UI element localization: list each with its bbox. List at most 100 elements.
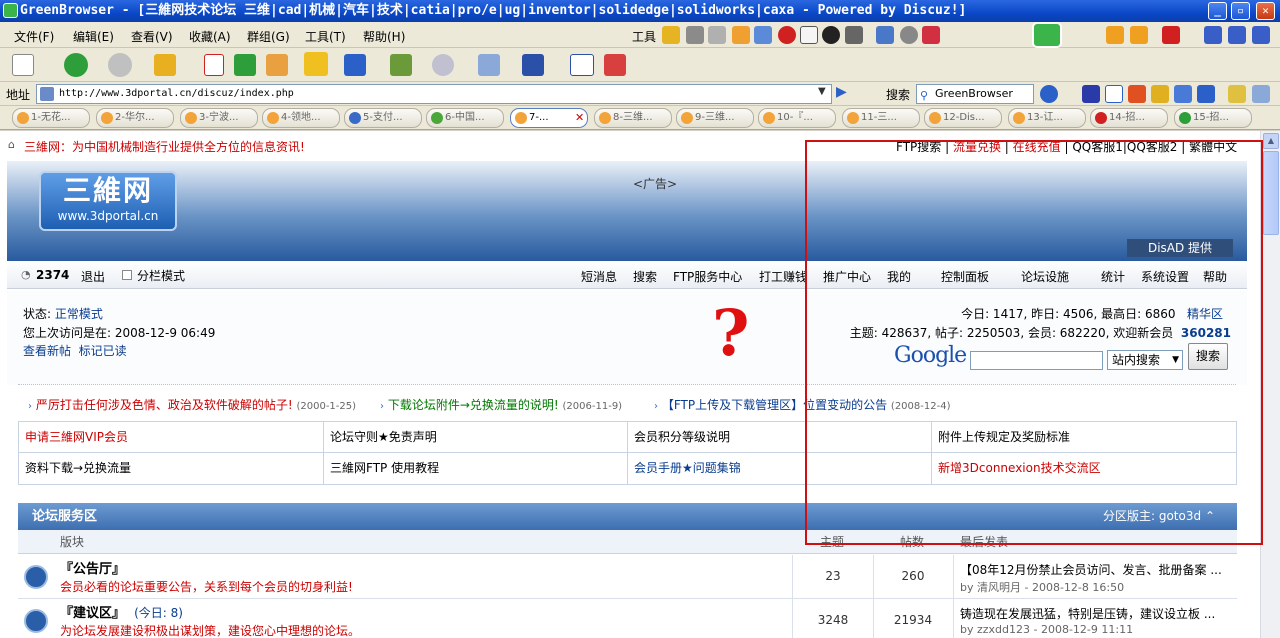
forum-title[interactable]: 『公告厅』 xyxy=(60,558,125,577)
new-page-icon[interactable] xyxy=(12,54,34,76)
logout-link[interactable]: 退出 xyxy=(81,268,105,285)
cursor-icon[interactable] xyxy=(686,26,704,44)
tab-4[interactable]: 4-领地... xyxy=(262,108,340,128)
shopping-icon[interactable] xyxy=(1197,85,1215,103)
child-minimize-icon[interactable] xyxy=(1204,26,1222,44)
nav-statistics[interactable]: 统计 xyxy=(1101,268,1125,285)
child-restore-icon[interactable] xyxy=(1228,26,1246,44)
pencil-icon[interactable] xyxy=(662,26,680,44)
new-member-link[interactable]: 360281 xyxy=(1181,326,1231,340)
skin-icon[interactable] xyxy=(432,54,454,76)
google-search-input[interactable] xyxy=(970,351,1103,370)
tab-10[interactable]: 10-『... xyxy=(758,108,836,128)
nav-messages[interactable]: 短消息 xyxy=(581,268,617,285)
tab-3[interactable]: 3-宁波... xyxy=(180,108,258,128)
baidu-icon[interactable] xyxy=(1082,85,1100,103)
notice-link[interactable]: 严厉打击任何涉及色情、政治及软件破解的帖子! xyxy=(36,398,293,412)
tab-1[interactable]: 1-无花... xyxy=(12,108,90,128)
highlight-icon[interactable] xyxy=(1228,85,1246,103)
split-mode-checkbox[interactable] xyxy=(122,270,132,280)
tab-prev-icon[interactable] xyxy=(1106,26,1124,44)
nav-system-settings[interactable]: 系统设置 xyxy=(1141,268,1189,285)
back-icon[interactable] xyxy=(64,53,88,77)
popup-block-icon[interactable] xyxy=(800,26,818,44)
scroll-up-icon[interactable]: ▲ xyxy=(1263,133,1279,149)
tab-next-icon[interactable] xyxy=(1130,26,1148,44)
site-search-select[interactable]: 站内搜索 ▼ xyxy=(1107,350,1183,370)
fullscreen-icon[interactable] xyxy=(570,54,594,76)
traffic-exchange-link[interactable]: 流量兑换 xyxy=(953,140,1001,154)
qq-service-1-link[interactable]: QQ客服1 xyxy=(1072,140,1123,154)
favorites-star-icon[interactable] xyxy=(304,52,328,76)
go-icon[interactable]: ▶ xyxy=(836,84,854,102)
forward-icon[interactable] xyxy=(108,53,132,77)
grid-link[interactable]: 会员积分等级说明 xyxy=(628,422,932,453)
flash-block-icon[interactable] xyxy=(778,26,796,44)
close-tab-icon[interactable] xyxy=(1162,26,1180,44)
minimize-button[interactable]: _ xyxy=(1208,2,1227,20)
grid-link[interactable]: 会员手册★问题集锦 xyxy=(628,453,932,484)
digest-link[interactable]: 精华区 xyxy=(1187,307,1223,321)
tab-8[interactable]: 8-三维... xyxy=(594,108,672,128)
view-new-posts-link[interactable]: 查看新帖 xyxy=(23,344,71,358)
menu-file[interactable]: 文件(F) xyxy=(14,28,54,45)
last-post-title[interactable]: 铸造现在发展迅猛，特别是压铸，建议设立板 ... xyxy=(960,605,1215,622)
plugin-icon[interactable] xyxy=(900,26,918,44)
proxy-icon[interactable] xyxy=(845,26,863,44)
ftp-search-link[interactable]: FTP搜索 xyxy=(896,140,941,154)
moderator-text[interactable]: 分区版主: goto3d xyxy=(1103,509,1201,523)
grid-link[interactable]: 三維网FTP 使用教程 xyxy=(324,453,628,484)
nav-control-panel[interactable]: 控制面板 xyxy=(941,268,989,285)
tab-12[interactable]: 12-Dis... xyxy=(924,108,1002,128)
up-folder-icon[interactable] xyxy=(154,54,176,76)
nav-forum-facilities[interactable]: 论坛设施 xyxy=(1021,268,1069,285)
grid-link[interactable]: 申请三維网VIP会员 xyxy=(19,422,324,453)
image-search-icon[interactable] xyxy=(1151,85,1169,103)
online-recharge-link[interactable]: 在线充值 xyxy=(1013,140,1061,154)
tab-5[interactable]: 5-支付... xyxy=(344,108,422,128)
notice-link[interactable]: 下载论坛附件→兑换流量的说明! xyxy=(388,398,559,412)
grid-link[interactable]: 资料下载→兑换流量 xyxy=(19,453,324,484)
grid-link[interactable]: 附件上传规定及奖励标准 xyxy=(932,422,1236,453)
url-input[interactable]: http://www.3dportal.cn/discuz/index.php xyxy=(36,84,832,104)
menu-groups[interactable]: 群组(G) xyxy=(247,28,290,45)
tab-14[interactable]: 14-招... xyxy=(1090,108,1168,128)
menu-edit[interactable]: 编辑(E) xyxy=(73,28,114,45)
menu-favorites[interactable]: 收藏(A) xyxy=(189,28,231,45)
nav-ftp-center[interactable]: FTP服务中心 xyxy=(673,268,742,285)
menu-tools[interactable]: 工具(T) xyxy=(305,28,346,45)
home-icon[interactable] xyxy=(266,54,288,76)
username[interactable]: 2374 xyxy=(36,268,69,282)
refresh-icon[interactable] xyxy=(234,54,256,76)
tab-9[interactable]: 9-三维... xyxy=(676,108,754,128)
tab-7-active[interactable]: 7-... ✕ xyxy=(510,108,588,128)
state-value[interactable]: 正常模式 xyxy=(55,307,103,321)
menu-view[interactable]: 查看(V) xyxy=(131,28,173,45)
tab-6[interactable]: 6-中国... xyxy=(426,108,504,128)
google-icon[interactable] xyxy=(1105,85,1123,103)
tab-2[interactable]: 2-华尔... xyxy=(96,108,174,128)
highlighter-icon[interactable] xyxy=(732,26,750,44)
music-search-icon[interactable] xyxy=(1174,85,1192,103)
stop-icon[interactable] xyxy=(204,54,224,76)
site-logo[interactable]: 三維网 www.3dportal.cn xyxy=(39,171,177,231)
grid-icon[interactable] xyxy=(922,26,940,44)
find-icon[interactable] xyxy=(1252,85,1270,103)
search-engine-select[interactable]: ⚲ GreenBrowser xyxy=(916,84,1034,104)
close-button[interactable]: ✕ xyxy=(1256,2,1275,20)
last-post-title[interactable]: 【08年12月份禁止会员访问、发言、批册备案 ... xyxy=(960,561,1222,578)
tab-close-icon[interactable]: ✕ xyxy=(575,109,584,127)
mark-read-link[interactable]: 标记已读 xyxy=(79,344,127,358)
url-dropdown-icon[interactable]: ▼ xyxy=(818,86,826,97)
maximize-button[interactable]: ▫ xyxy=(1231,2,1250,20)
autofill-icon[interactable] xyxy=(604,54,626,76)
nav-mine[interactable]: 我的 xyxy=(887,268,911,285)
nav-help[interactable]: 帮助 xyxy=(1203,268,1227,285)
grid-link[interactable]: 新增3Dconnexion技术交流区 xyxy=(932,453,1236,484)
groups-icon[interactable] xyxy=(390,54,412,76)
collapse-icon[interactable]: ⌃ xyxy=(1205,509,1215,523)
nav-search[interactable]: 搜索 xyxy=(633,268,657,285)
notice-link[interactable]: 【FTP上传及下载管理区】位置变动的公告 xyxy=(662,398,887,412)
zoom-icon[interactable] xyxy=(754,26,772,44)
tab-15[interactable]: 15-招... xyxy=(1174,108,1252,128)
